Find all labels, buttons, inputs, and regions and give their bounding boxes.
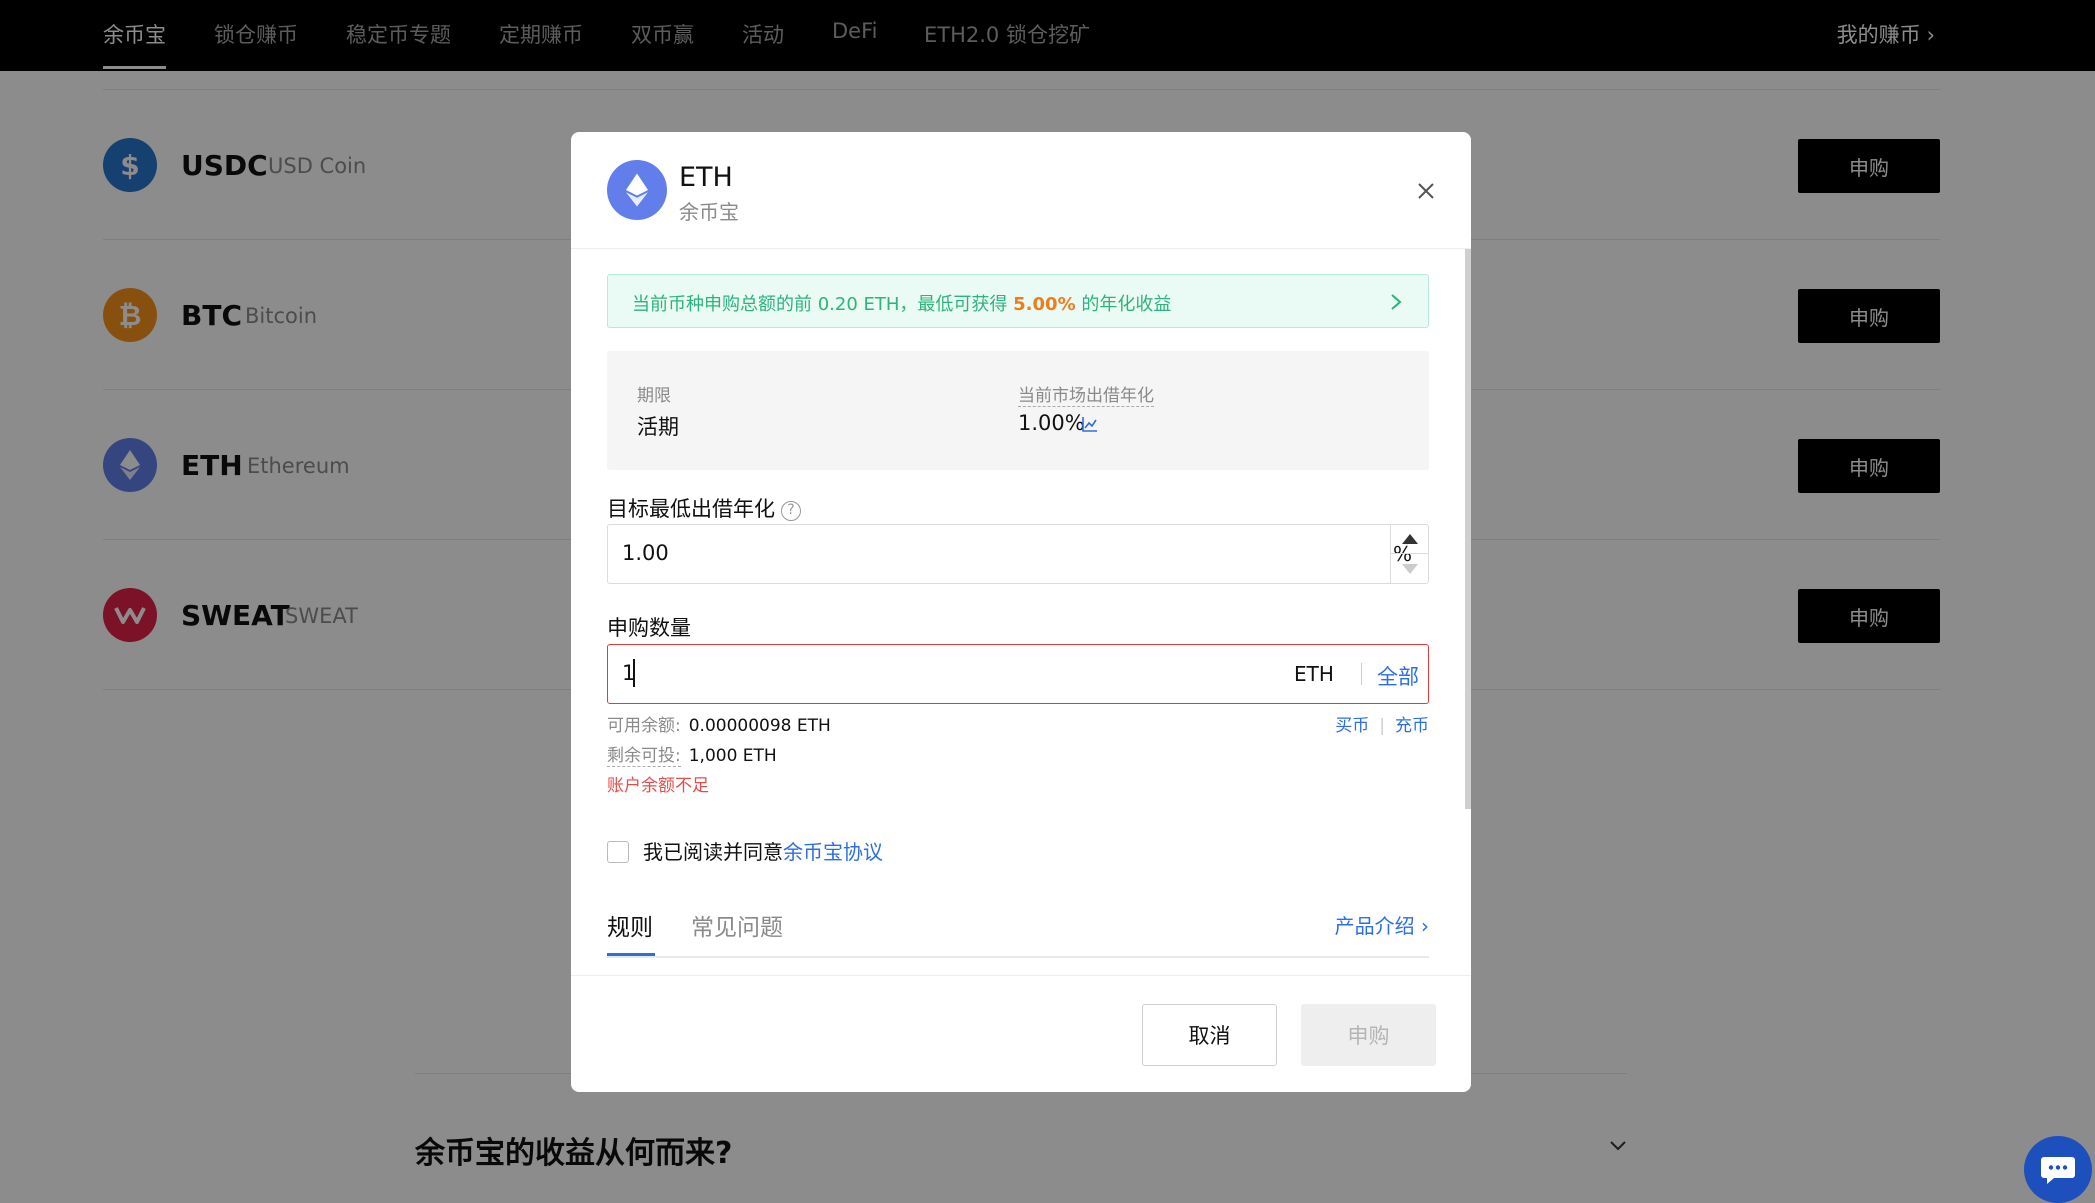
modal-header: ETH 余币宝 [571, 132, 1471, 249]
promo-banner[interactable]: 当前币种申购总额的前 0.20 ETH，最低可获得 5.00% 的年化收益 [607, 274, 1429, 328]
deposit-link[interactable]: 充币 [1395, 716, 1429, 736]
buy-link[interactable]: 买币 [1335, 716, 1369, 736]
amount-input[interactable]: 1 ETH 全部 [607, 644, 1429, 704]
target-rate-label: 目标最低出借年化? [607, 493, 801, 523]
agreement-link[interactable]: 余币宝协议 [783, 840, 883, 864]
text-caret [633, 659, 635, 687]
error-message: 账户余额不足 [607, 776, 709, 796]
balance-links: 买币 | 充币 [1335, 716, 1429, 736]
available-balance: 可用余额: 0.00000098 ETH [607, 716, 831, 736]
modal-subtitle: 余币宝 [679, 200, 739, 224]
tab-faq[interactable]: 常见问题 [691, 908, 783, 942]
promo-rate: 5.00% [1013, 294, 1076, 315]
amount-label: 申购数量 [607, 616, 691, 640]
subscribe-modal: ETH 余币宝 当前币种申购总额的前 0.20 ETH，最低可获得 5.00% … [571, 132, 1471, 1092]
amount-unit: ETH [1294, 662, 1334, 686]
agreement-row: 我已阅读并同意余币宝协议 [607, 836, 883, 865]
modal-title: ETH [679, 162, 733, 193]
term-info-box: 期限 活期 当前市场出借年化 1.00% [607, 351, 1429, 470]
modal-footer: 取消 申购 [571, 975, 1471, 1092]
term-label: 期限 [637, 386, 671, 406]
eth-icon [607, 160, 667, 220]
close-icon[interactable] [1411, 176, 1441, 206]
market-rate-label[interactable]: 当前市场出借年化 [1018, 381, 1154, 407]
rate-stepper [1390, 525, 1429, 583]
trend-chart-icon[interactable] [1081, 415, 1099, 433]
help-icon[interactable]: ? [781, 501, 801, 521]
target-rate-input[interactable]: 1.00 % [607, 524, 1429, 584]
chevron-right-icon [1391, 294, 1402, 310]
product-intro-link[interactable]: 产品介绍 › [1335, 910, 1429, 939]
tab-active-indicator [607, 953, 655, 956]
chat-support-icon[interactable] [2024, 1136, 2092, 1203]
promo-text: 当前币种申购总额的前 0.20 ETH，最低可获得 5.00% 的年化收益 [632, 294, 1172, 315]
step-down-icon[interactable] [1391, 554, 1429, 583]
max-amount-button[interactable]: 全部 [1377, 661, 1419, 691]
tab-rules[interactable]: 规则 [607, 908, 653, 942]
remaining-quota: 剩余可投: 1,000 ETH [607, 746, 777, 767]
divider [1361, 663, 1362, 685]
step-up-icon[interactable] [1391, 525, 1429, 554]
info-tabs: 规则 常见问题 产品介绍 › [607, 908, 1429, 958]
market-rate-value: 1.00% [1018, 411, 1085, 435]
cancel-button[interactable]: 取消 [1142, 1004, 1277, 1066]
term-value: 活期 [637, 415, 679, 439]
target-rate-value[interactable]: 1.00 [622, 541, 669, 565]
agreement-checkbox[interactable] [607, 841, 629, 863]
scrollbar[interactable] [1465, 249, 1471, 809]
submit-button[interactable]: 申购 [1301, 1004, 1436, 1066]
